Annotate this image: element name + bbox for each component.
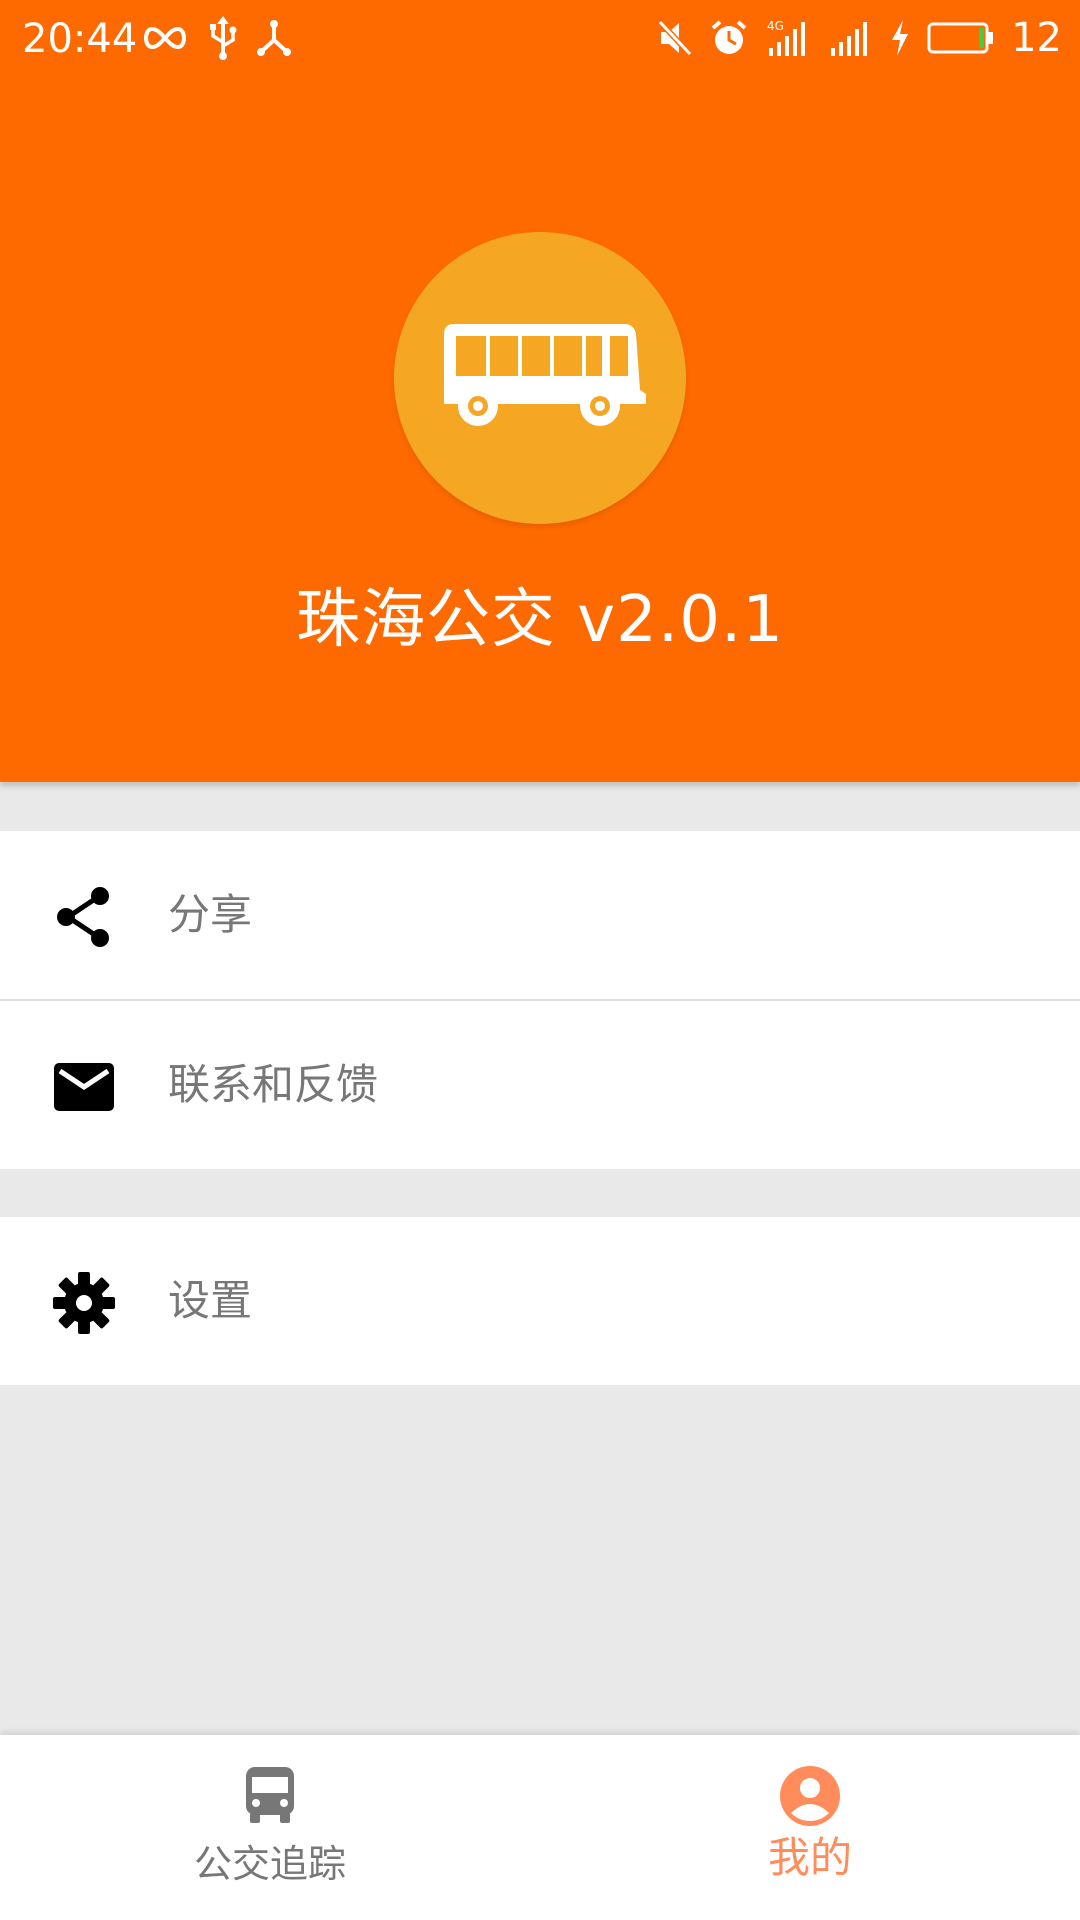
mail-icon — [52, 1055, 116, 1119]
signal-4g-icon: 4G — [765, 18, 811, 58]
tab-mine[interactable]: 我的 — [540, 1735, 1080, 1920]
tab-bus-tracking[interactable]: 公交追踪 — [0, 1735, 540, 1920]
menu-item-share[interactable]: 分享 — [0, 831, 1080, 1001]
bus-icon — [444, 324, 646, 426]
status-bar: 20:44 4G 12 — [0, 0, 1080, 78]
alarm-icon — [709, 18, 749, 58]
menu-label-feedback: 联系和反馈 — [168, 1060, 379, 1109]
menu-item-settings[interactable]: 设置 — [0, 1217, 1080, 1385]
battery-icon — [927, 21, 995, 55]
menu-group-primary: 分享 联系和反馈 — [0, 831, 1080, 1169]
mute-icon — [657, 18, 693, 58]
menu-item-feedback[interactable]: 联系和反馈 — [0, 1001, 1080, 1169]
charging-icon — [889, 18, 911, 58]
share-icon — [52, 885, 116, 949]
menu-label-share: 分享 — [168, 890, 253, 939]
bottom-navigation: 公交追踪 我的 — [0, 1735, 1080, 1920]
status-time: 20:44 — [22, 16, 138, 62]
gear-icon — [52, 1271, 116, 1335]
battery-level: 12 — [1011, 15, 1062, 61]
menu-group-secondary: 设置 — [0, 1217, 1080, 1385]
status-left-icons — [140, 12, 292, 64]
svg-text:4G: 4G — [767, 19, 784, 33]
tab-label-bus-tracking: 公交追踪 — [193, 1842, 346, 1886]
usb-icon — [208, 16, 238, 60]
bus-icon — [242, 1765, 298, 1829]
app-header: 20:44 4G 12 珠海公交 v2.0.1 — [0, 0, 1080, 782]
tab-label-mine: 我的 — [767, 1833, 852, 1882]
app-title: 珠海公交 v2.0.1 — [295, 583, 785, 657]
account-icon — [779, 1765, 841, 1831]
infinity-icon — [140, 23, 190, 53]
status-right-icons: 4G 12 — [657, 12, 1062, 64]
app-logo — [394, 232, 686, 524]
network-share-icon — [256, 18, 292, 58]
menu-label-settings: 设置 — [168, 1276, 253, 1325]
signal-icon — [827, 18, 873, 58]
